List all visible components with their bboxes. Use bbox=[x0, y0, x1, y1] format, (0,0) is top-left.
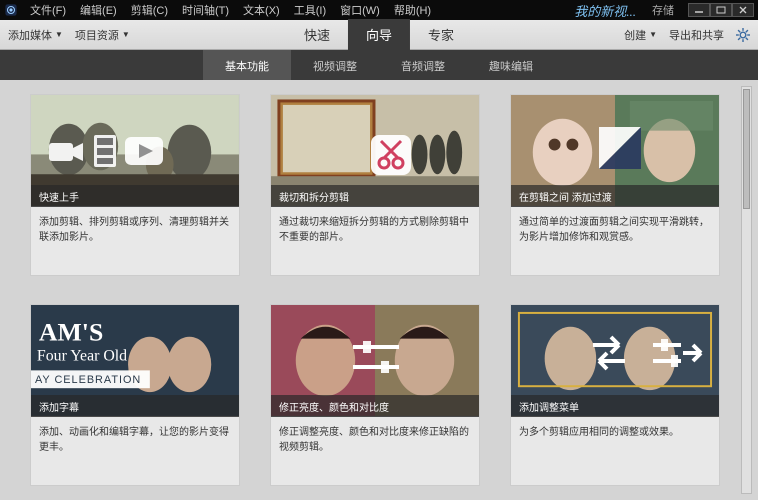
menu-edit[interactable]: 编辑(E) bbox=[74, 2, 123, 18]
menu-file[interactable]: 文件(F) bbox=[24, 2, 72, 18]
menu-clip[interactable]: 剪辑(C) bbox=[125, 2, 174, 18]
play-icon bbox=[125, 137, 163, 165]
card-caption: 裁切和拆分剪辑 bbox=[271, 185, 479, 207]
card-thumbnail: 修正亮度、颜色和对比度 bbox=[271, 305, 479, 417]
card-description: 通过裁切来缩短拆分剪辑的方式剔除剪辑中不重要的部片。 bbox=[271, 207, 479, 275]
svg-text:AM'S: AM'S bbox=[39, 318, 103, 347]
card-description: 添加、动画化和编辑字幕，让您的影片变得更丰。 bbox=[31, 417, 239, 485]
menu-help[interactable]: 帮助(H) bbox=[388, 2, 437, 18]
vertical-scrollbar[interactable] bbox=[741, 86, 752, 494]
menu-window[interactable]: 窗口(W) bbox=[334, 2, 386, 18]
menu-timeline[interactable]: 时间轴(T) bbox=[176, 2, 235, 18]
card-caption: 快速上手 bbox=[31, 185, 239, 207]
tab-video-adjust[interactable]: 视频调整 bbox=[291, 50, 379, 80]
content-area: 快速上手 添加剪辑、排列剪辑或序列、清理剪辑并关联添加影片。 bbox=[0, 80, 758, 500]
mode-expert[interactable]: 专家 bbox=[410, 19, 472, 50]
project-assets-dropdown[interactable]: 项目资源 ▼ bbox=[75, 27, 130, 43]
card-caption: 添加调整菜单 bbox=[511, 395, 719, 417]
save-button[interactable]: 存储 bbox=[644, 2, 682, 18]
card-description: 添加剪辑、排列剪辑或序列、清理剪辑并关联添加影片。 bbox=[31, 207, 239, 275]
svg-text:Four Year Old: Four Year Old bbox=[37, 347, 127, 364]
secondary-bar: 添加媒体 ▼ 项目资源 ▼ 快速 向导 专家 创建 ▼ 导出和共享 bbox=[0, 20, 758, 50]
card-thumbnail: 快速上手 bbox=[31, 95, 239, 207]
create-label: 创建 bbox=[624, 27, 646, 43]
tab-audio-adjust[interactable]: 音频调整 bbox=[379, 50, 467, 80]
card-description: 通过简单的过渡面剪辑之间实现平滑跳转，为影片增加修饰和观赏感。 bbox=[511, 207, 719, 275]
card-thumbnail: 在剪辑之间 添加过渡 bbox=[511, 95, 719, 207]
app-logo-icon bbox=[4, 3, 18, 17]
card-thumbnail: 添加调整菜单 bbox=[511, 305, 719, 417]
card-row: AM'S Four Year Old AY CELEBRATION 添加字幕 添… bbox=[30, 304, 734, 486]
filmstrip-icon bbox=[91, 135, 119, 167]
add-media-dropdown[interactable]: 添加媒体 ▼ bbox=[8, 27, 63, 43]
card-row: 快速上手 添加剪辑、排列剪辑或序列、清理剪辑并关联添加影片。 bbox=[30, 94, 734, 276]
sliders-icon bbox=[349, 335, 403, 379]
title-bar: 文件(F) 编辑(E) 剪辑(C) 时间轴(T) 文本(X) 工具(I) 窗口(… bbox=[0, 0, 758, 20]
card-getting-started[interactable]: 快速上手 添加剪辑、排列剪辑或序列、清理剪辑并关联添加影片。 bbox=[30, 94, 240, 276]
card-caption: 添加字幕 bbox=[31, 395, 239, 417]
swap-icon bbox=[589, 331, 629, 375]
tab-fun-edit[interactable]: 趣味编辑 bbox=[467, 50, 555, 80]
gear-icon[interactable] bbox=[736, 28, 750, 42]
chevron-down-icon: ▼ bbox=[649, 30, 657, 39]
guided-subtabs: 基本功能 视频调整 音频调整 趣味编辑 bbox=[0, 50, 758, 80]
card-trim-split[interactable]: 裁切和拆分剪辑 通过裁切来缩短拆分剪辑的方式剔除剪辑中不重要的部片。 bbox=[270, 94, 480, 276]
card-description: 修正调整亮度、颜色和对比度来修正缺陷的视频剪辑。 bbox=[271, 417, 479, 485]
add-media-label: 添加媒体 bbox=[8, 27, 52, 43]
menu-bar: 文件(F) 编辑(E) 剪辑(C) 时间轴(T) 文本(X) 工具(I) 窗口(… bbox=[24, 2, 437, 18]
sliders-arrow-icon bbox=[651, 331, 705, 375]
mode-quick[interactable]: 快速 bbox=[286, 19, 348, 50]
chevron-down-icon: ▼ bbox=[55, 30, 63, 39]
card-titles[interactable]: AM'S Four Year Old AY CELEBRATION 添加字幕 添… bbox=[30, 304, 240, 486]
close-button[interactable] bbox=[732, 3, 754, 17]
card-caption: 在剪辑之间 添加过渡 bbox=[511, 185, 719, 207]
export-share-button[interactable]: 导出和共享 bbox=[669, 27, 724, 43]
menu-text[interactable]: 文本(X) bbox=[237, 2, 286, 18]
minimize-button[interactable] bbox=[688, 3, 710, 17]
camera-icon bbox=[49, 139, 85, 165]
card-caption: 修正亮度、颜色和对比度 bbox=[271, 395, 479, 417]
mode-switcher: 快速 向导 专家 bbox=[286, 19, 472, 50]
scrollbar-thumb[interactable] bbox=[743, 89, 750, 209]
card-adjustment-layers[interactable]: 添加调整菜单 为多个剪辑应用相同的调整或效果。 bbox=[510, 304, 720, 486]
window-controls bbox=[688, 3, 754, 17]
scissors-icon bbox=[371, 135, 411, 175]
card-thumbnail: 裁切和拆分剪辑 bbox=[271, 95, 479, 207]
card-transitions[interactable]: 在剪辑之间 添加过渡 通过简单的过渡面剪辑之间实现平滑跳转，为影片增加修饰和观赏… bbox=[510, 94, 720, 276]
project-assets-label: 项目资源 bbox=[75, 27, 119, 43]
card-fix-brightness-color[interactable]: 修正亮度、颜色和对比度 修正调整亮度、颜色和对比度来修正缺陷的视频剪辑。 bbox=[270, 304, 480, 486]
svg-text:AY CELEBRATION: AY CELEBRATION bbox=[35, 374, 141, 386]
chevron-down-icon: ▼ bbox=[122, 30, 130, 39]
project-title: 我的新视... bbox=[574, 1, 636, 20]
menu-tools[interactable]: 工具(I) bbox=[288, 2, 332, 18]
transition-icon bbox=[597, 125, 643, 171]
maximize-button[interactable] bbox=[710, 3, 732, 17]
tab-basic[interactable]: 基本功能 bbox=[203, 50, 291, 80]
create-dropdown[interactable]: 创建 ▼ bbox=[624, 27, 657, 43]
card-thumbnail: AM'S Four Year Old AY CELEBRATION 添加字幕 bbox=[31, 305, 239, 417]
card-description: 为多个剪辑应用相同的调整或效果。 bbox=[511, 417, 719, 470]
mode-guided[interactable]: 向导 bbox=[348, 19, 410, 50]
